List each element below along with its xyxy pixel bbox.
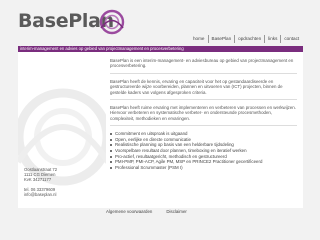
logo[interactable]: BasePlan [18, 8, 168, 38]
address-email[interactable]: info@baseplan.nl [24, 192, 104, 197]
logo-swirl-icon [99, 9, 125, 35]
nav-opdrachten[interactable]: opdrachten [234, 35, 264, 43]
main-content: BasePlan is een interim-management- en a… [106, 52, 303, 208]
values-list: Commitment en uitsproak is uitgaand Open… [110, 131, 297, 170]
header: BasePlan home BasePlan opdrachten links … [0, 0, 320, 46]
nav-home[interactable]: home [190, 35, 208, 43]
footer-terms-link[interactable]: Algemene voorwaarden [106, 208, 152, 216]
knowledge-paragraph: BasePlan heeft de kennis, ervaring en ca… [110, 78, 283, 95]
footer: Algemene voorwaarden Disclaimer [106, 208, 201, 216]
nav-baseplan[interactable]: BasePlan [207, 35, 235, 43]
experience-paragraph: BasePlan heeft ruime ervaring met implem… [110, 105, 296, 121]
sidebar: Oostlaanstraat 72 1111 CG Diemen KvK 342… [18, 52, 106, 208]
divider [110, 72, 297, 74]
footer-disclaimer-link[interactable]: Disclaimer [166, 208, 187, 216]
intro-paragraph: BasePlan is een interim-management- en a… [110, 58, 294, 69]
divider [110, 99, 297, 101]
address-block: Oostlaanstraat 72 1111 CG Diemen KvK 342… [24, 167, 104, 197]
divider [110, 125, 297, 127]
list-item: Professional Scrummaster (PSM I) [110, 165, 297, 171]
main-nav: home BasePlan opdrachten links contact [190, 35, 302, 43]
content-panel: Oostlaanstraat 72 1111 CG Diemen KvK 342… [18, 52, 303, 208]
nav-contact[interactable]: contact [280, 35, 302, 43]
nav-links[interactable]: links [264, 35, 280, 43]
